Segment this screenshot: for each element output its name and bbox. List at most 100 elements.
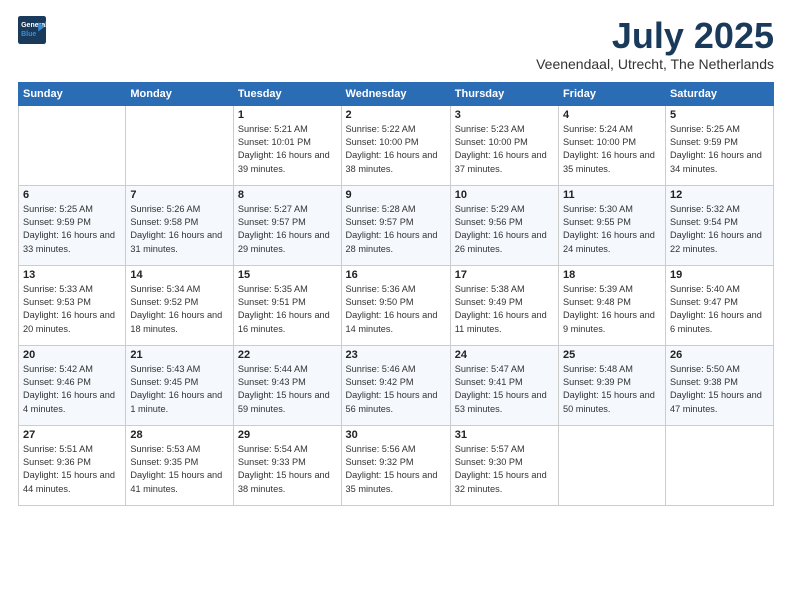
day-cell: 26 Sunrise: 5:50 AM Sunset: 9:38 PM Dayli… [665, 345, 773, 425]
day-detail: Sunrise: 5:25 AM Sunset: 9:59 PM Dayligh… [670, 123, 769, 176]
day-detail: Sunrise: 5:40 AM Sunset: 9:47 PM Dayligh… [670, 283, 769, 336]
day-detail: Sunrise: 5:22 AM Sunset: 10:00 PM Daylig… [346, 123, 446, 176]
week-row-5: 27 Sunrise: 5:51 AM Sunset: 9:36 PM Dayli… [19, 425, 774, 505]
day-cell: 6 Sunrise: 5:25 AM Sunset: 9:59 PM Daylig… [19, 185, 126, 265]
day-cell: 23 Sunrise: 5:46 AM Sunset: 9:42 PM Dayli… [341, 345, 450, 425]
day-number: 23 [346, 349, 446, 361]
day-detail: Sunrise: 5:50 AM Sunset: 9:38 PM Dayligh… [670, 363, 769, 416]
day-detail: Sunrise: 5:46 AM Sunset: 9:42 PM Dayligh… [346, 363, 446, 416]
day-detail: Sunrise: 5:29 AM Sunset: 9:56 PM Dayligh… [455, 203, 554, 256]
day-cell [19, 105, 126, 185]
day-cell: 25 Sunrise: 5:48 AM Sunset: 9:39 PM Dayli… [558, 345, 665, 425]
day-number: 16 [346, 269, 446, 281]
day-number: 26 [670, 349, 769, 361]
day-cell: 20 Sunrise: 5:42 AM Sunset: 9:46 PM Dayli… [19, 345, 126, 425]
week-row-3: 13 Sunrise: 5:33 AM Sunset: 9:53 PM Dayli… [19, 265, 774, 345]
location-subtitle: Veenendaal, Utrecht, The Netherlands [536, 56, 774, 72]
day-number: 2 [346, 109, 446, 121]
day-number: 27 [23, 429, 121, 441]
day-cell: 8 Sunrise: 5:27 AM Sunset: 9:57 PM Daylig… [233, 185, 341, 265]
day-number: 6 [23, 189, 121, 201]
day-cell: 30 Sunrise: 5:56 AM Sunset: 9:32 PM Dayli… [341, 425, 450, 505]
day-cell: 27 Sunrise: 5:51 AM Sunset: 9:36 PM Dayli… [19, 425, 126, 505]
header-row: Sunday Monday Tuesday Wednesday Thursday… [19, 82, 774, 105]
day-number: 30 [346, 429, 446, 441]
day-detail: Sunrise: 5:33 AM Sunset: 9:53 PM Dayligh… [23, 283, 121, 336]
page: General Blue July 2025 Veenendaal, Utrec… [0, 0, 792, 612]
calendar-table: Sunday Monday Tuesday Wednesday Thursday… [18, 82, 774, 506]
day-cell: 22Sunrise: 5:44 AM Sunset: 9:43 PM Dayli… [233, 345, 341, 425]
day-cell: 13 Sunrise: 5:33 AM Sunset: 9:53 PM Dayli… [19, 265, 126, 345]
day-cell: 15Sunrise: 5:35 AM Sunset: 9:51 PM Dayli… [233, 265, 341, 345]
day-number: 18 [563, 269, 661, 281]
day-number: 25 [563, 349, 661, 361]
day-detail: Sunrise: 5:26 AM Sunset: 9:58 PM Dayligh… [130, 203, 229, 256]
day-cell [558, 425, 665, 505]
day-cell: 21 Sunrise: 5:43 AM Sunset: 9:45 PM Dayli… [126, 345, 234, 425]
day-detail: Sunrise: 5:30 AM Sunset: 9:55 PM Dayligh… [563, 203, 661, 256]
week-row-4: 20 Sunrise: 5:42 AM Sunset: 9:46 PM Dayli… [19, 345, 774, 425]
day-detail: Sunrise: 5:34 AM Sunset: 9:52 PM Dayligh… [130, 283, 229, 336]
col-friday: Friday [558, 82, 665, 105]
day-detail: Sunrise: 5:47 AM Sunset: 9:41 PM Dayligh… [455, 363, 554, 416]
day-cell: 1 Sunrise: 5:21 AM Sunset: 10:01 PM Dayli… [233, 105, 341, 185]
col-saturday: Saturday [665, 82, 773, 105]
day-number: 17 [455, 269, 554, 281]
day-cell: 17 Sunrise: 5:38 AM Sunset: 9:49 PM Dayli… [450, 265, 558, 345]
day-number: 13 [23, 269, 121, 281]
day-number: 31 [455, 429, 554, 441]
day-detail: Sunrise: 5:39 AM Sunset: 9:48 PM Dayligh… [563, 283, 661, 336]
day-cell: 29 Sunrise: 5:54 AM Sunset: 9:33 PM Dayli… [233, 425, 341, 505]
day-cell: 10 Sunrise: 5:29 AM Sunset: 9:56 PM Dayli… [450, 185, 558, 265]
day-cell: 12 Sunrise: 5:32 AM Sunset: 9:54 PM Dayli… [665, 185, 773, 265]
day-detail: Sunrise: 5:32 AM Sunset: 9:54 PM Dayligh… [670, 203, 769, 256]
day-detail: Sunrise: 5:24 AM Sunset: 10:00 PM Daylig… [563, 123, 661, 176]
day-cell: 18 Sunrise: 5:39 AM Sunset: 9:48 PM Dayli… [558, 265, 665, 345]
day-number: 12 [670, 189, 769, 201]
day-number: 29 [238, 429, 337, 441]
day-detail: Sunrise: 5:23 AM Sunset: 10:00 PM Daylig… [455, 123, 554, 176]
day-number: 9 [346, 189, 446, 201]
day-detail: Sunrise: 5:27 AM Sunset: 9:57 PM Dayligh… [238, 203, 337, 256]
day-number: 4 [563, 109, 661, 121]
logo: General Blue [18, 16, 46, 44]
day-detail: Sunrise: 5:38 AM Sunset: 9:49 PM Dayligh… [455, 283, 554, 336]
day-detail: Sunrise: 5:57 AM Sunset: 9:30 PM Dayligh… [455, 443, 554, 496]
day-detail: Sunrise: 5:56 AM Sunset: 9:32 PM Dayligh… [346, 443, 446, 496]
day-cell: 31 Sunrise: 5:57 AM Sunset: 9:30 PM Dayli… [450, 425, 558, 505]
day-number: 19 [670, 269, 769, 281]
col-thursday: Thursday [450, 82, 558, 105]
day-cell [665, 425, 773, 505]
header: General Blue July 2025 Veenendaal, Utrec… [18, 16, 774, 72]
day-number: 20 [23, 349, 121, 361]
svg-text:Blue: Blue [21, 31, 36, 38]
day-cell: 11Sunrise: 5:30 AM Sunset: 9:55 PM Dayli… [558, 185, 665, 265]
day-number: 21 [130, 349, 229, 361]
day-detail: Sunrise: 5:48 AM Sunset: 9:39 PM Dayligh… [563, 363, 661, 416]
day-cell: 2 Sunrise: 5:22 AM Sunset: 10:00 PM Dayli… [341, 105, 450, 185]
col-sunday: Sunday [19, 82, 126, 105]
day-number: 10 [455, 189, 554, 201]
day-detail: Sunrise: 5:54 AM Sunset: 9:33 PM Dayligh… [238, 443, 337, 496]
day-number: 5 [670, 109, 769, 121]
day-cell: 7 Sunrise: 5:26 AM Sunset: 9:58 PM Daylig… [126, 185, 234, 265]
day-cell: 16 Sunrise: 5:36 AM Sunset: 9:50 PM Dayli… [341, 265, 450, 345]
day-cell: 9Sunrise: 5:28 AM Sunset: 9:57 PM Daylig… [341, 185, 450, 265]
day-number: 7 [130, 189, 229, 201]
day-detail: Sunrise: 5:51 AM Sunset: 9:36 PM Dayligh… [23, 443, 121, 496]
day-number: 24 [455, 349, 554, 361]
logo-icon: General Blue [18, 16, 46, 44]
day-cell: 28Sunrise: 5:53 AM Sunset: 9:35 PM Dayli… [126, 425, 234, 505]
day-detail: Sunrise: 5:43 AM Sunset: 9:45 PM Dayligh… [130, 363, 229, 416]
day-detail: Sunrise: 5:42 AM Sunset: 9:46 PM Dayligh… [23, 363, 121, 416]
title-block: July 2025 Veenendaal, Utrecht, The Nethe… [536, 16, 774, 72]
day-number: 8 [238, 189, 337, 201]
day-cell: 3Sunrise: 5:23 AM Sunset: 10:00 PM Dayli… [450, 105, 558, 185]
day-detail: Sunrise: 5:21 AM Sunset: 10:01 PM Daylig… [238, 123, 337, 176]
day-number: 1 [238, 109, 337, 121]
day-detail: Sunrise: 5:36 AM Sunset: 9:50 PM Dayligh… [346, 283, 446, 336]
col-tuesday: Tuesday [233, 82, 341, 105]
day-detail: Sunrise: 5:35 AM Sunset: 9:51 PM Dayligh… [238, 283, 337, 336]
day-detail: Sunrise: 5:25 AM Sunset: 9:59 PM Dayligh… [23, 203, 121, 256]
day-detail: Sunrise: 5:44 AM Sunset: 9:43 PM Dayligh… [238, 363, 337, 416]
